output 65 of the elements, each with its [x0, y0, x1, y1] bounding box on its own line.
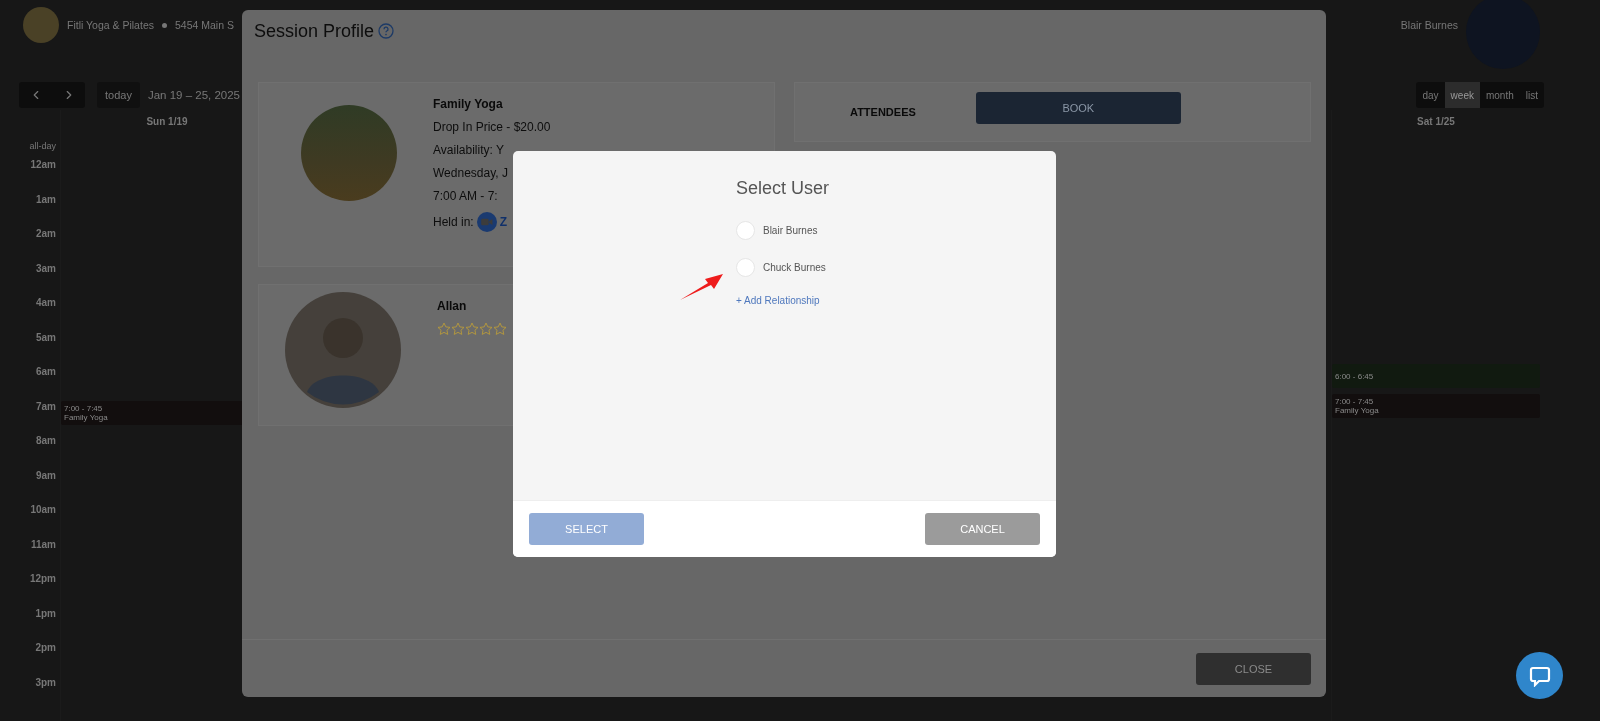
event-title: Family Yoga: [64, 412, 109, 422]
user-option-label[interactable]: Blair Burnes: [762, 224, 818, 236]
radio-button[interactable]: [735, 257, 755, 277]
hour-label: 12pm: [29, 573, 56, 586]
studio-address: 5454 Main S: [174, 19, 234, 31]
star-icon: [437, 322, 451, 336]
cancel-button[interactable]: CANCEL: [925, 513, 1040, 545]
date-range: Jan 19 – 25, 2025: [147, 89, 240, 101]
chat-bubble-icon: [1528, 664, 1551, 687]
dialog-title: Select User: [735, 178, 829, 199]
separator-dot: [161, 22, 167, 28]
hour-label: 11am: [30, 538, 56, 552]
location-name: Z: [499, 215, 508, 229]
view-tab[interactable]: day: [1416, 82, 1445, 108]
instructor-name: Allan: [437, 299, 468, 313]
hour-label: 1pm: [35, 607, 56, 621]
today-button[interactable]: today: [97, 82, 140, 108]
hour-label: 4am: [36, 297, 56, 310]
hour-label: 2pm: [35, 642, 56, 655]
view-tab[interactable]: month: [1479, 82, 1520, 108]
modal-title: Session Profile: [254, 20, 375, 42]
event-time: 7:00 - 7:45: [1335, 397, 1375, 406]
user-option-label[interactable]: Chuck Burnes: [762, 261, 826, 273]
day-header: Sat 1/25: [1416, 114, 1456, 129]
class-detail: 7:00 AM - 7:: [433, 189, 499, 203]
hour-label: 10am: [30, 504, 56, 517]
hour-label: 5am: [36, 331, 56, 345]
event-time: 6:00 - 6:45: [1335, 371, 1375, 381]
hour-label: 2am: [36, 228, 56, 241]
studio-logo: [23, 7, 59, 43]
event-title: Family Yoga: [1335, 406, 1380, 415]
class-name: Family Yoga: [433, 97, 504, 111]
held-in-label: Held in:: [433, 215, 474, 229]
event-time: 7:00 - 7:45: [64, 403, 104, 413]
hour-label: 1am: [36, 193, 56, 207]
hour-label: 8am: [36, 435, 56, 448]
hour-label: 12am: [30, 159, 56, 172]
video-camera-icon: [476, 212, 497, 232]
hour-label: 7am: [36, 400, 56, 414]
add-relationship-link[interactable]: + Add Relationship: [735, 295, 820, 306]
hour-label: 3pm: [35, 676, 56, 690]
hour-label: 9am: [36, 469, 56, 483]
all-day-label: all-day: [29, 139, 56, 153]
help-icon[interactable]: [378, 23, 395, 39]
class-detail: Drop In Price - $20.00: [433, 120, 551, 134]
view-tab[interactable]: list: [1519, 82, 1544, 108]
class-detail: Wednesday, J: [433, 166, 509, 180]
class-detail: Availability: Y: [433, 143, 505, 157]
star-icon: [465, 322, 479, 336]
star-icon: [479, 322, 493, 336]
chat-button[interactable]: [1516, 652, 1563, 699]
hour-label: 3am: [36, 262, 56, 276]
star-icon: [493, 322, 507, 336]
user-name[interactable]: Blair Burnes: [1400, 19, 1458, 31]
calendar-event[interactable]: 7:00 - 7:45 Family Yoga: [1332, 394, 1540, 418]
calendar-event[interactable]: 6:00 - 6:45: [1332, 364, 1540, 388]
book-button[interactable]: BOOK: [975, 92, 1181, 124]
attendees-title: ATTENDEES: [850, 106, 916, 118]
hour-label: 6am: [36, 366, 56, 379]
studio-name: Fitli Yoga & Pilates: [67, 19, 154, 31]
day-header: Sun 1/19: [145, 114, 189, 129]
view-tab[interactable]: week: [1444, 82, 1480, 108]
star-icon: [451, 322, 465, 336]
close-button[interactable]: CLOSE: [1196, 652, 1311, 685]
radio-button[interactable]: [735, 220, 755, 240]
